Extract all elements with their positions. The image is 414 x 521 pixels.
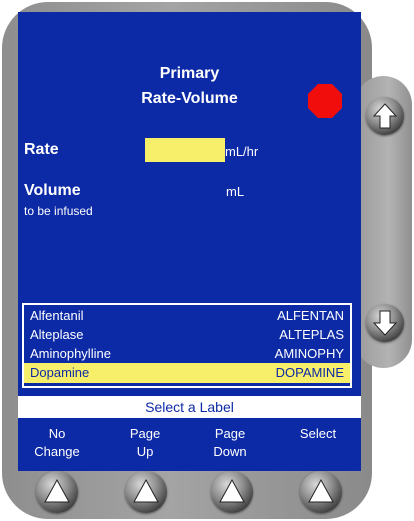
list-item[interactable]: Alfentanil ALFENTAN — [24, 306, 350, 326]
drug-abbreviation: ALTEPLAS — [279, 327, 344, 342]
up-arrow-icon — [44, 478, 70, 503]
scroll-down-button[interactable] — [366, 304, 404, 342]
up-arrow-icon — [372, 103, 398, 129]
softkey-page-down-label: Page Down — [200, 425, 260, 461]
drug-abbreviation: AMINOPHY — [274, 346, 344, 361]
drug-name: Aminophylline — [30, 346, 111, 361]
prompt-bar: Select a Label — [18, 396, 361, 418]
softkey-label-line1: Page — [214, 426, 246, 441]
up-arrow-icon — [219, 478, 245, 503]
softkey-labels: No Change Page Up Page Down Select — [18, 419, 361, 471]
down-arrow-icon — [372, 310, 398, 336]
no-change-button[interactable] — [36, 471, 78, 513]
drug-name: Alteplase — [30, 327, 84, 342]
list-item[interactable]: Aminophylline AMINOPHY — [24, 344, 350, 364]
rate-input[interactable] — [145, 138, 225, 162]
softkey-select-label: Select — [288, 425, 348, 443]
drug-abbreviation: DOPAMINE — [275, 365, 344, 380]
drug-name: Alfentanil — [30, 308, 84, 323]
up-arrow-icon — [308, 478, 334, 503]
screen-title-line1: Primary — [159, 65, 220, 82]
softkey-label-line2: Select — [299, 426, 337, 441]
lcd-screen: Primary Rate-Volume Rate mL/hr Volume to… — [18, 12, 361, 419]
volume-unit: mL — [226, 184, 245, 199]
page-up-button[interactable] — [125, 471, 167, 513]
rate-unit: mL/hr — [225, 144, 259, 159]
list-item[interactable]: Alteplase ALTEPLAS — [24, 325, 350, 345]
scroll-up-button[interactable] — [366, 97, 404, 135]
softkey-label-line1: Page — [129, 426, 161, 441]
select-button[interactable] — [300, 471, 342, 513]
softkey-label-line2: Down — [213, 444, 247, 459]
drug-abbreviation: ALFENTAN — [277, 308, 344, 323]
volume-sublabel: to be infused — [24, 204, 93, 218]
softkey-no-change-label: No Change — [27, 425, 87, 461]
stop-octagon-icon — [308, 84, 342, 118]
softkey-label-line2: Up — [136, 444, 154, 459]
list-item-selected[interactable]: Dopamine DOPAMINE — [24, 363, 350, 383]
up-arrow-icon — [133, 478, 159, 503]
drug-name: Dopamine — [30, 365, 90, 380]
softkey-page-up-label: Page Up — [115, 425, 175, 461]
rate-label: Rate — [24, 141, 59, 158]
page-down-button[interactable] — [211, 471, 253, 513]
softkey-label-line2: Change — [34, 444, 80, 459]
drug-label-list[interactable]: Alfentanil ALFENTAN Alteplase ALTEPLAS A… — [22, 303, 352, 388]
volume-label: Volume — [24, 182, 81, 199]
softkey-label-line1: No — [48, 426, 66, 441]
